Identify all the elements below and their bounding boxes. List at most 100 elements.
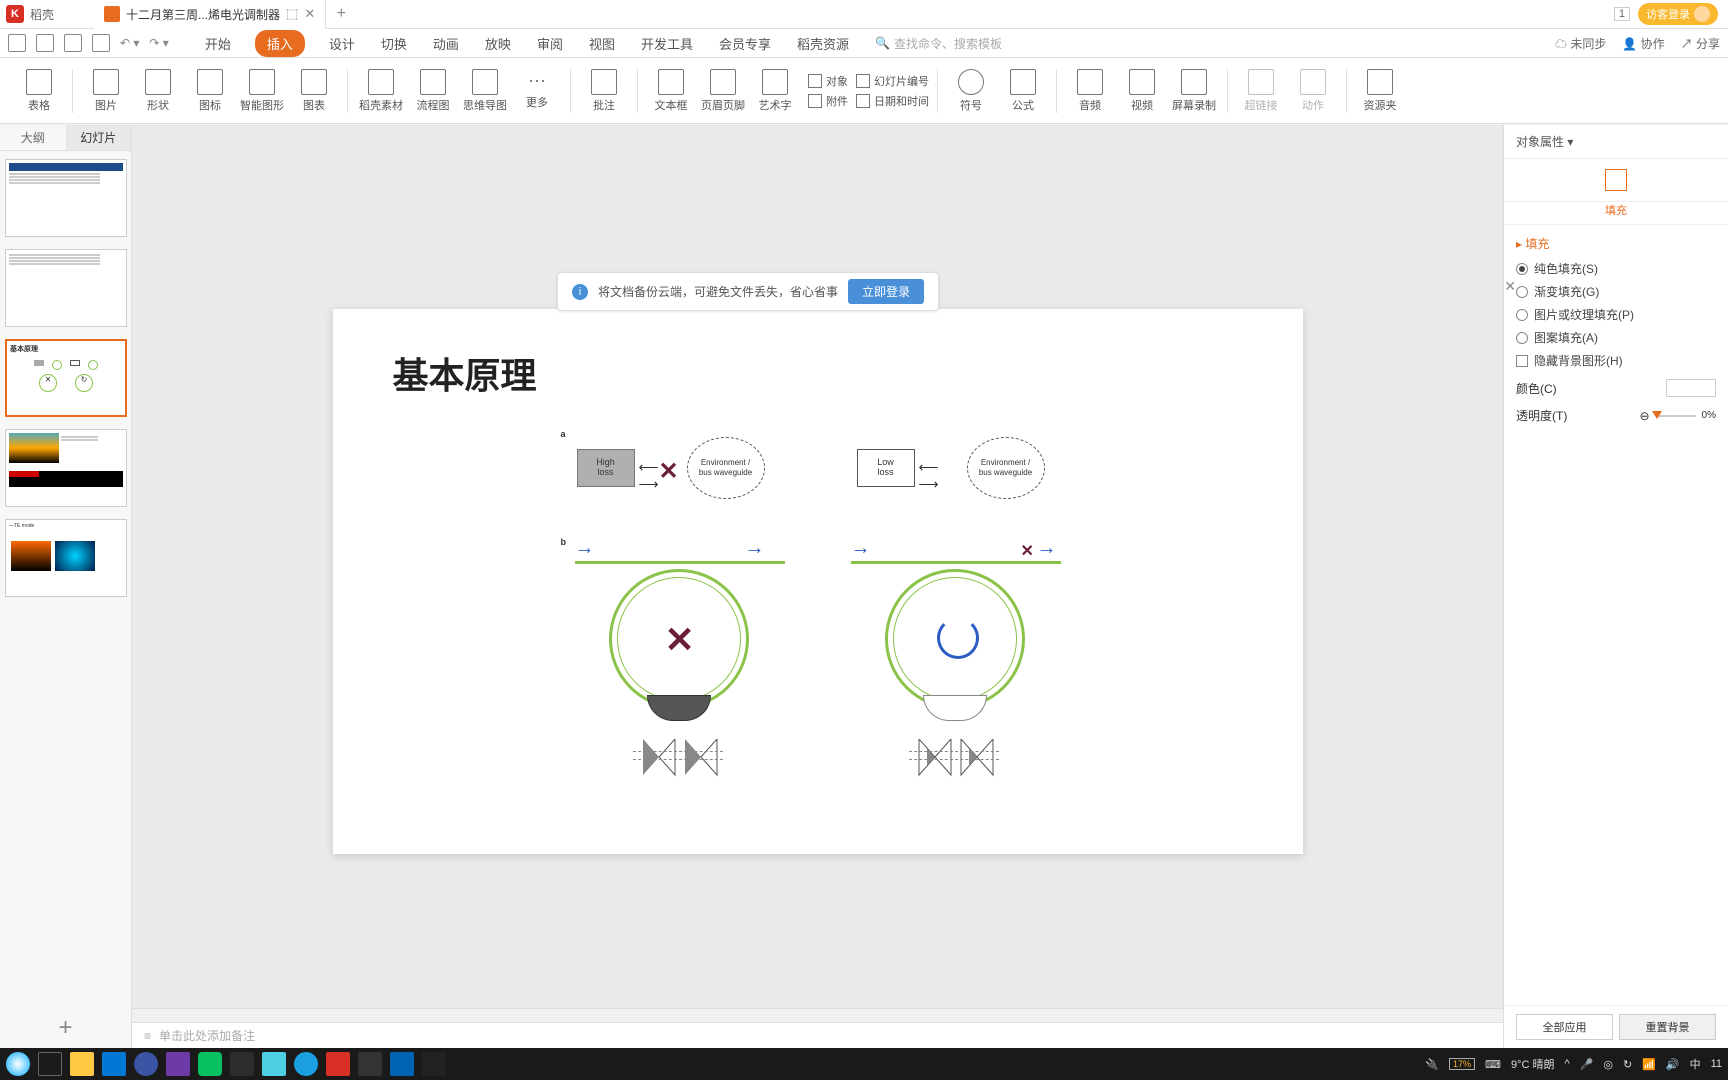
insert-slidenumber[interactable]: 幻灯片编号	[856, 73, 929, 89]
color-swatch[interactable]	[1666, 379, 1716, 397]
tab-transition[interactable]: 切换	[379, 30, 409, 57]
slide[interactable]: 基本原理 a High loss ⟵⟶ ✕ Environment / bus …	[333, 309, 1303, 854]
slide-thumb[interactable]	[5, 159, 127, 237]
tab-insert[interactable]: 插入	[255, 30, 305, 57]
battery-status[interactable]: 17%	[1449, 1058, 1475, 1070]
app-icon[interactable]	[390, 1052, 414, 1076]
tab-slideshow[interactable]: 放映	[483, 30, 513, 57]
collaborate-button[interactable]: 👤 协作	[1622, 35, 1664, 52]
app-icon[interactable]	[358, 1052, 382, 1076]
insert-headerfooter[interactable]: 页眉页脚	[698, 61, 748, 121]
insert-more[interactable]: ⋯更多	[512, 61, 562, 121]
tab-review[interactable]: 审阅	[535, 30, 565, 57]
tab-animation[interactable]: 动画	[431, 30, 461, 57]
app-icon[interactable]	[230, 1052, 254, 1076]
fill-pattern-radio[interactable]: 图案填充(A)	[1516, 329, 1716, 346]
redo-button[interactable]: ↷ ▾	[149, 36, 168, 50]
banner-close-icon[interactable]: ✕	[1504, 278, 1516, 295]
sidebar-tab-slides[interactable]: 幻灯片	[66, 125, 132, 150]
insert-attachment[interactable]: 附件	[808, 93, 848, 109]
save-icon[interactable]	[8, 34, 26, 52]
tray-chevron-icon[interactable]: ^	[1564, 1058, 1569, 1070]
fill-gradient-radio[interactable]: 渐变填充(G)	[1516, 283, 1716, 300]
insert-video[interactable]: 视频	[1117, 61, 1167, 121]
tab-member[interactable]: 会员专享	[717, 30, 773, 57]
sync-status[interactable]: ☁ 未同步	[1555, 35, 1606, 52]
slider-knob-icon[interactable]	[1652, 411, 1662, 419]
clock[interactable]: 11	[1711, 1058, 1722, 1070]
ime-indicator[interactable]: 中	[1690, 1056, 1701, 1072]
fill-section-header[interactable]: ▸ 填充	[1516, 235, 1716, 252]
tab-view[interactable]: 视图	[587, 30, 617, 57]
sync-tray-icon[interactable]: ↻	[1623, 1058, 1632, 1071]
fill-picture-radio[interactable]: 图片或纹理填充(P)	[1516, 306, 1716, 323]
keyboard-icon[interactable]: ⌨	[1485, 1058, 1501, 1071]
insert-table[interactable]: 表格	[14, 61, 64, 121]
insert-action[interactable]: 动作	[1288, 61, 1338, 121]
insert-docer[interactable]: 稻壳素材	[356, 61, 406, 121]
volume-icon[interactable]: 🔊	[1666, 1058, 1680, 1071]
insert-comment[interactable]: 批注	[579, 61, 629, 121]
insert-hyperlink[interactable]: 超链接	[1236, 61, 1286, 121]
insert-flowchart[interactable]: 流程图	[408, 61, 458, 121]
new-tab-button[interactable]: +	[326, 5, 356, 23]
insert-screenrec[interactable]: 屏幕录制	[1169, 61, 1219, 121]
insert-datetime[interactable]: 日期和时间	[856, 93, 929, 109]
tab-devtools[interactable]: 开发工具	[639, 30, 695, 57]
share-button[interactable]: ↗ 分享	[1681, 35, 1720, 52]
app-icon[interactable]	[134, 1052, 158, 1076]
insert-equation[interactable]: 公式	[998, 61, 1048, 121]
insert-picture[interactable]: 图片	[81, 61, 131, 121]
panel-title[interactable]: 对象属性 ▾	[1504, 125, 1728, 159]
explorer-icon[interactable]	[70, 1052, 94, 1076]
sidebar-tab-outline[interactable]: 大纲	[0, 125, 66, 150]
edge-icon[interactable]	[294, 1052, 318, 1076]
command-search[interactable]: 🔍 查找命令、搜索模板	[875, 35, 1002, 52]
app-icon[interactable]	[166, 1052, 190, 1076]
slide-canvas[interactable]: 基本原理 a High loss ⟵⟶ ✕ Environment / bus …	[132, 125, 1503, 1008]
tab-design[interactable]: 设计	[327, 30, 357, 57]
notes-pane[interactable]: ≡ 单击此处添加备注	[132, 1022, 1503, 1048]
insert-mindmap[interactable]: 思维导图	[460, 61, 510, 121]
hide-bg-checkbox[interactable]: 隐藏背景图形(H)	[1516, 352, 1716, 369]
insert-icons[interactable]: 图标	[185, 61, 235, 121]
task-view-icon[interactable]	[38, 1052, 62, 1076]
insert-assets[interactable]: 资源夹	[1355, 61, 1405, 121]
opacity-slider[interactable]: ⊖ 0%	[1639, 409, 1716, 423]
document-tab[interactable]: 十二月第三周...烯电光调制器 ⬚ ✕	[94, 0, 326, 29]
undo-button[interactable]: ↶ ▾	[120, 36, 139, 50]
window-index[interactable]: 1	[1614, 7, 1630, 21]
insert-object[interactable]: 对象	[808, 73, 848, 89]
slide-thumb[interactable]	[5, 249, 127, 327]
mic-icon[interactable]: 🎤	[1580, 1058, 1594, 1071]
save-as-icon[interactable]	[36, 34, 54, 52]
wifi-icon[interactable]: 📶	[1642, 1058, 1656, 1071]
tab-close-icon[interactable]: ✕	[304, 6, 315, 22]
slide-thumb-current[interactable]: 基本原理 ✕ ↻	[5, 339, 127, 417]
fill-solid-radio[interactable]: 纯色填充(S)	[1516, 260, 1716, 277]
insert-symbol[interactable]: 符号	[946, 61, 996, 121]
mail-icon[interactable]	[102, 1052, 126, 1076]
wps-icon[interactable]	[326, 1052, 350, 1076]
reset-bg-button[interactable]: 重置背景	[1619, 1014, 1716, 1040]
horizontal-scrollbar[interactable]	[132, 1008, 1503, 1022]
weather-status[interactable]: 9°C 晴朗	[1511, 1056, 1555, 1072]
app-icon[interactable]	[422, 1052, 446, 1076]
insert-chart[interactable]: 图表	[289, 61, 339, 121]
guest-login-button[interactable]: 访客登录	[1638, 3, 1718, 25]
slide-thumb[interactable]: —TE mode	[5, 519, 127, 597]
tab-pin-icon[interactable]: ⬚	[286, 6, 298, 22]
fill-tab-label[interactable]: 填充	[1504, 202, 1728, 225]
fill-tab-icon[interactable]	[1605, 169, 1627, 191]
insert-wordart[interactable]: 艺术字	[750, 61, 800, 121]
print-preview-icon[interactable]	[92, 34, 110, 52]
slide-thumb[interactable]	[5, 429, 127, 507]
insert-audio[interactable]: 音频	[1065, 61, 1115, 121]
insert-textbox[interactable]: 文本框	[646, 61, 696, 121]
insert-smartart[interactable]: 智能图形	[237, 61, 287, 121]
add-slide-button[interactable]: +	[0, 1008, 131, 1048]
tab-resources[interactable]: 稻壳资源	[795, 30, 851, 57]
app-icon[interactable]	[262, 1052, 286, 1076]
tab-start[interactable]: 开始	[203, 30, 233, 57]
insert-shape[interactable]: 形状	[133, 61, 183, 121]
